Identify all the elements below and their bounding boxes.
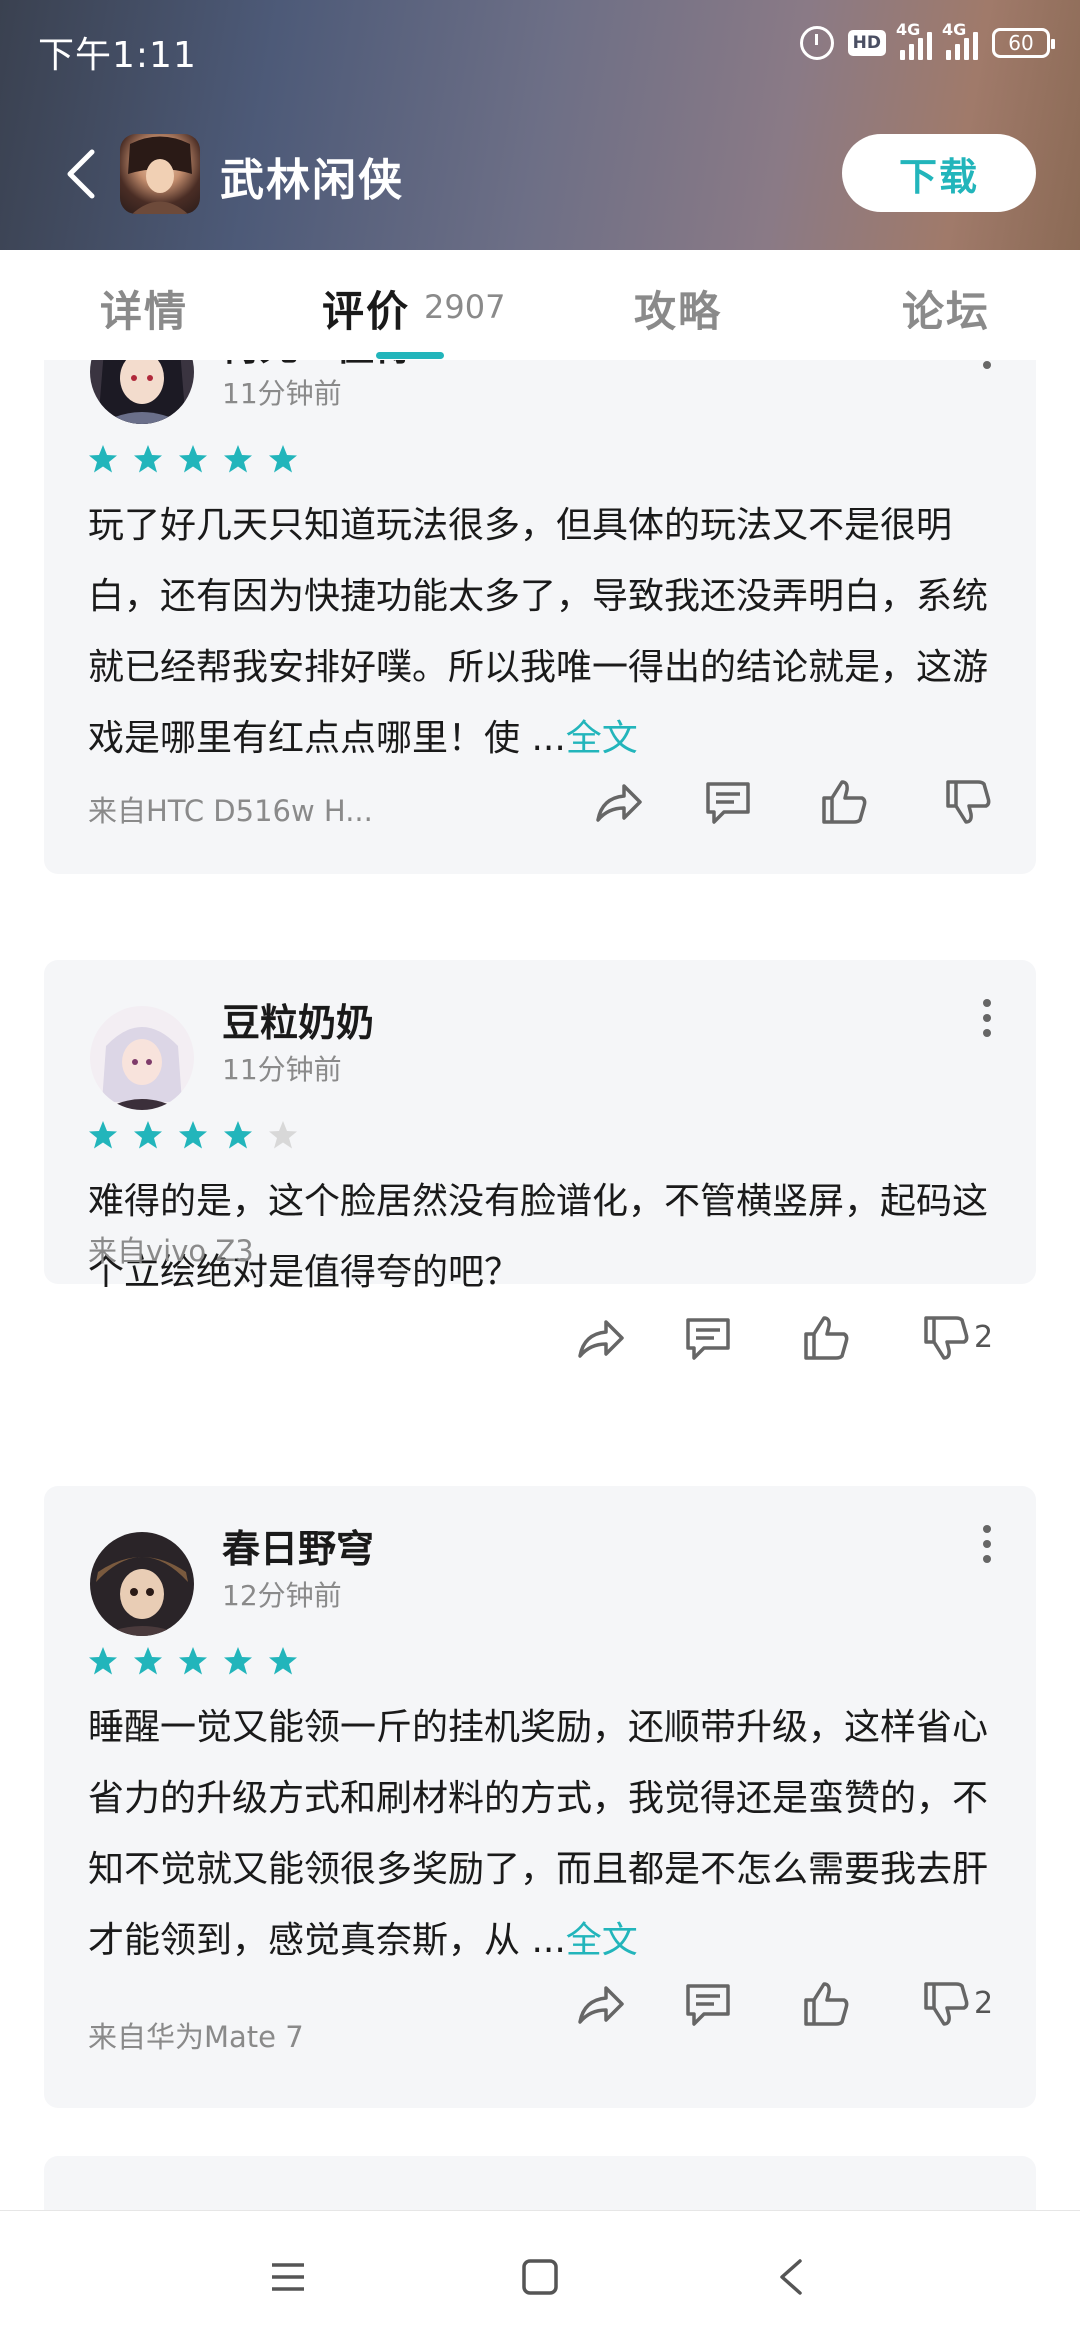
star-icon xyxy=(89,445,117,473)
review-device: 来自vivo Z3 xyxy=(88,1234,254,1268)
review-card: 豆粒奶奶 11分钟前 难得的是，这个脸居然没有脸谱化，不管横竖屏，起码这个立绘绝… xyxy=(44,960,1036,1293)
review-username: 春日野穹 xyxy=(222,1527,375,1571)
app-title: 武林闲侠 xyxy=(220,155,404,206)
more-options-icon[interactable] xyxy=(982,1524,992,1564)
hd-badge: HD xyxy=(847,30,886,56)
alarm-icon xyxy=(799,26,834,60)
app-icon xyxy=(120,134,200,214)
review-card: 春日野穹 12分钟前 睡醒一觉又能领一斤的挂机奖励，还顺带升级，这样省心省力的升… xyxy=(44,1486,1036,2108)
status-time: 下午1:11 xyxy=(38,35,197,76)
review-device: 来自HTC D516w H... xyxy=(88,794,373,828)
avatar xyxy=(90,360,194,424)
avatar xyxy=(90,1532,194,1636)
home-icon[interactable] xyxy=(518,2255,562,2299)
star-icon xyxy=(224,1121,252,1149)
signal-icon: 4G xyxy=(896,20,932,60)
rating-stars xyxy=(88,1646,298,1676)
menu-icon[interactable] xyxy=(266,2255,310,2299)
review-time: 11分钟前 xyxy=(222,1053,342,1086)
like-icon[interactable] xyxy=(818,776,870,828)
review-device: 来自华为Mate 7 xyxy=(88,2020,304,2054)
tab-active-indicator xyxy=(376,352,444,359)
star-icon xyxy=(224,445,252,473)
comment-icon[interactable] xyxy=(702,776,754,828)
review-time: 12分钟前 xyxy=(222,1579,342,1612)
full-text-link[interactable]: 全文 xyxy=(566,718,638,759)
share-icon[interactable] xyxy=(592,776,644,828)
star-icon xyxy=(134,1121,162,1149)
review-text: 玩了好几天只知道玩法很多，但具体的玩法又不是很明白，还有因为快捷功能太多了，导致… xyxy=(88,505,989,759)
review-card: 再死一值得 11分钟前 玩了好几天只知道玩法很多，但具体的玩法又不是很明白，还有… xyxy=(44,360,1036,874)
tab-reviews[interactable]: 评价 xyxy=(322,278,410,339)
star-icon xyxy=(269,1121,297,1149)
title-bar: 武林闲侠 下载 xyxy=(0,130,1080,220)
star-icon xyxy=(134,1647,162,1675)
download-button[interactable]: 下载 xyxy=(842,134,1036,212)
more-options-icon[interactable] xyxy=(982,360,992,370)
rating-stars xyxy=(88,1120,298,1150)
app-header: 下午1:11 HD 4G 4G 60 武林闲侠 下载 xyxy=(0,0,1080,250)
review-time: 11分钟前 xyxy=(222,377,342,410)
review-username: 再死一值得 xyxy=(222,360,412,371)
star-icon xyxy=(269,445,297,473)
status-bar: 下午1:11 HD 4G 4G 60 xyxy=(0,0,1080,100)
full-text-link[interactable]: 全文 xyxy=(566,1920,638,1961)
signal-icon-2: 4G xyxy=(942,20,978,60)
dislike-icon[interactable] xyxy=(942,776,994,828)
star-icon xyxy=(89,1647,117,1675)
star-icon xyxy=(89,1121,117,1149)
back-icon[interactable] xyxy=(62,146,102,202)
tab-reviews-count: 2907 xyxy=(424,288,506,326)
reviews-list[interactable]: 再死一值得 11分钟前 玩了好几天只知道玩法很多，但具体的玩法又不是很明白，还有… xyxy=(0,360,1080,2210)
review-text: 睡醒一觉又能领一斤的挂机奖励，还顺带升级，这样省心省力的升级方式和刷材料的方式，… xyxy=(88,1707,989,1961)
tab-guides[interactable]: 攻略 xyxy=(634,278,722,339)
star-icon xyxy=(179,445,207,473)
tab-details[interactable]: 详情 xyxy=(100,278,188,339)
back-nav-icon[interactable] xyxy=(770,2255,814,2299)
star-icon xyxy=(179,1647,207,1675)
tab-forum[interactable]: 论坛 xyxy=(902,278,990,339)
battery-icon: 60 xyxy=(992,28,1055,58)
tab-bar: 详情 评价 2907 攻略 论坛 xyxy=(0,250,1080,360)
star-icon xyxy=(179,1121,207,1149)
rating-stars xyxy=(88,444,298,474)
status-icons: HD 4G 4G 60 xyxy=(799,20,1055,60)
avatar xyxy=(90,1006,194,1110)
star-icon xyxy=(134,445,162,473)
star-icon xyxy=(269,1647,297,1675)
review-username: 豆粒奶奶 xyxy=(222,1001,375,1045)
star-icon xyxy=(224,1647,252,1675)
more-options-icon[interactable] xyxy=(982,998,992,1038)
system-nav-bar xyxy=(0,2210,1080,2341)
review-card xyxy=(44,2156,1036,2210)
